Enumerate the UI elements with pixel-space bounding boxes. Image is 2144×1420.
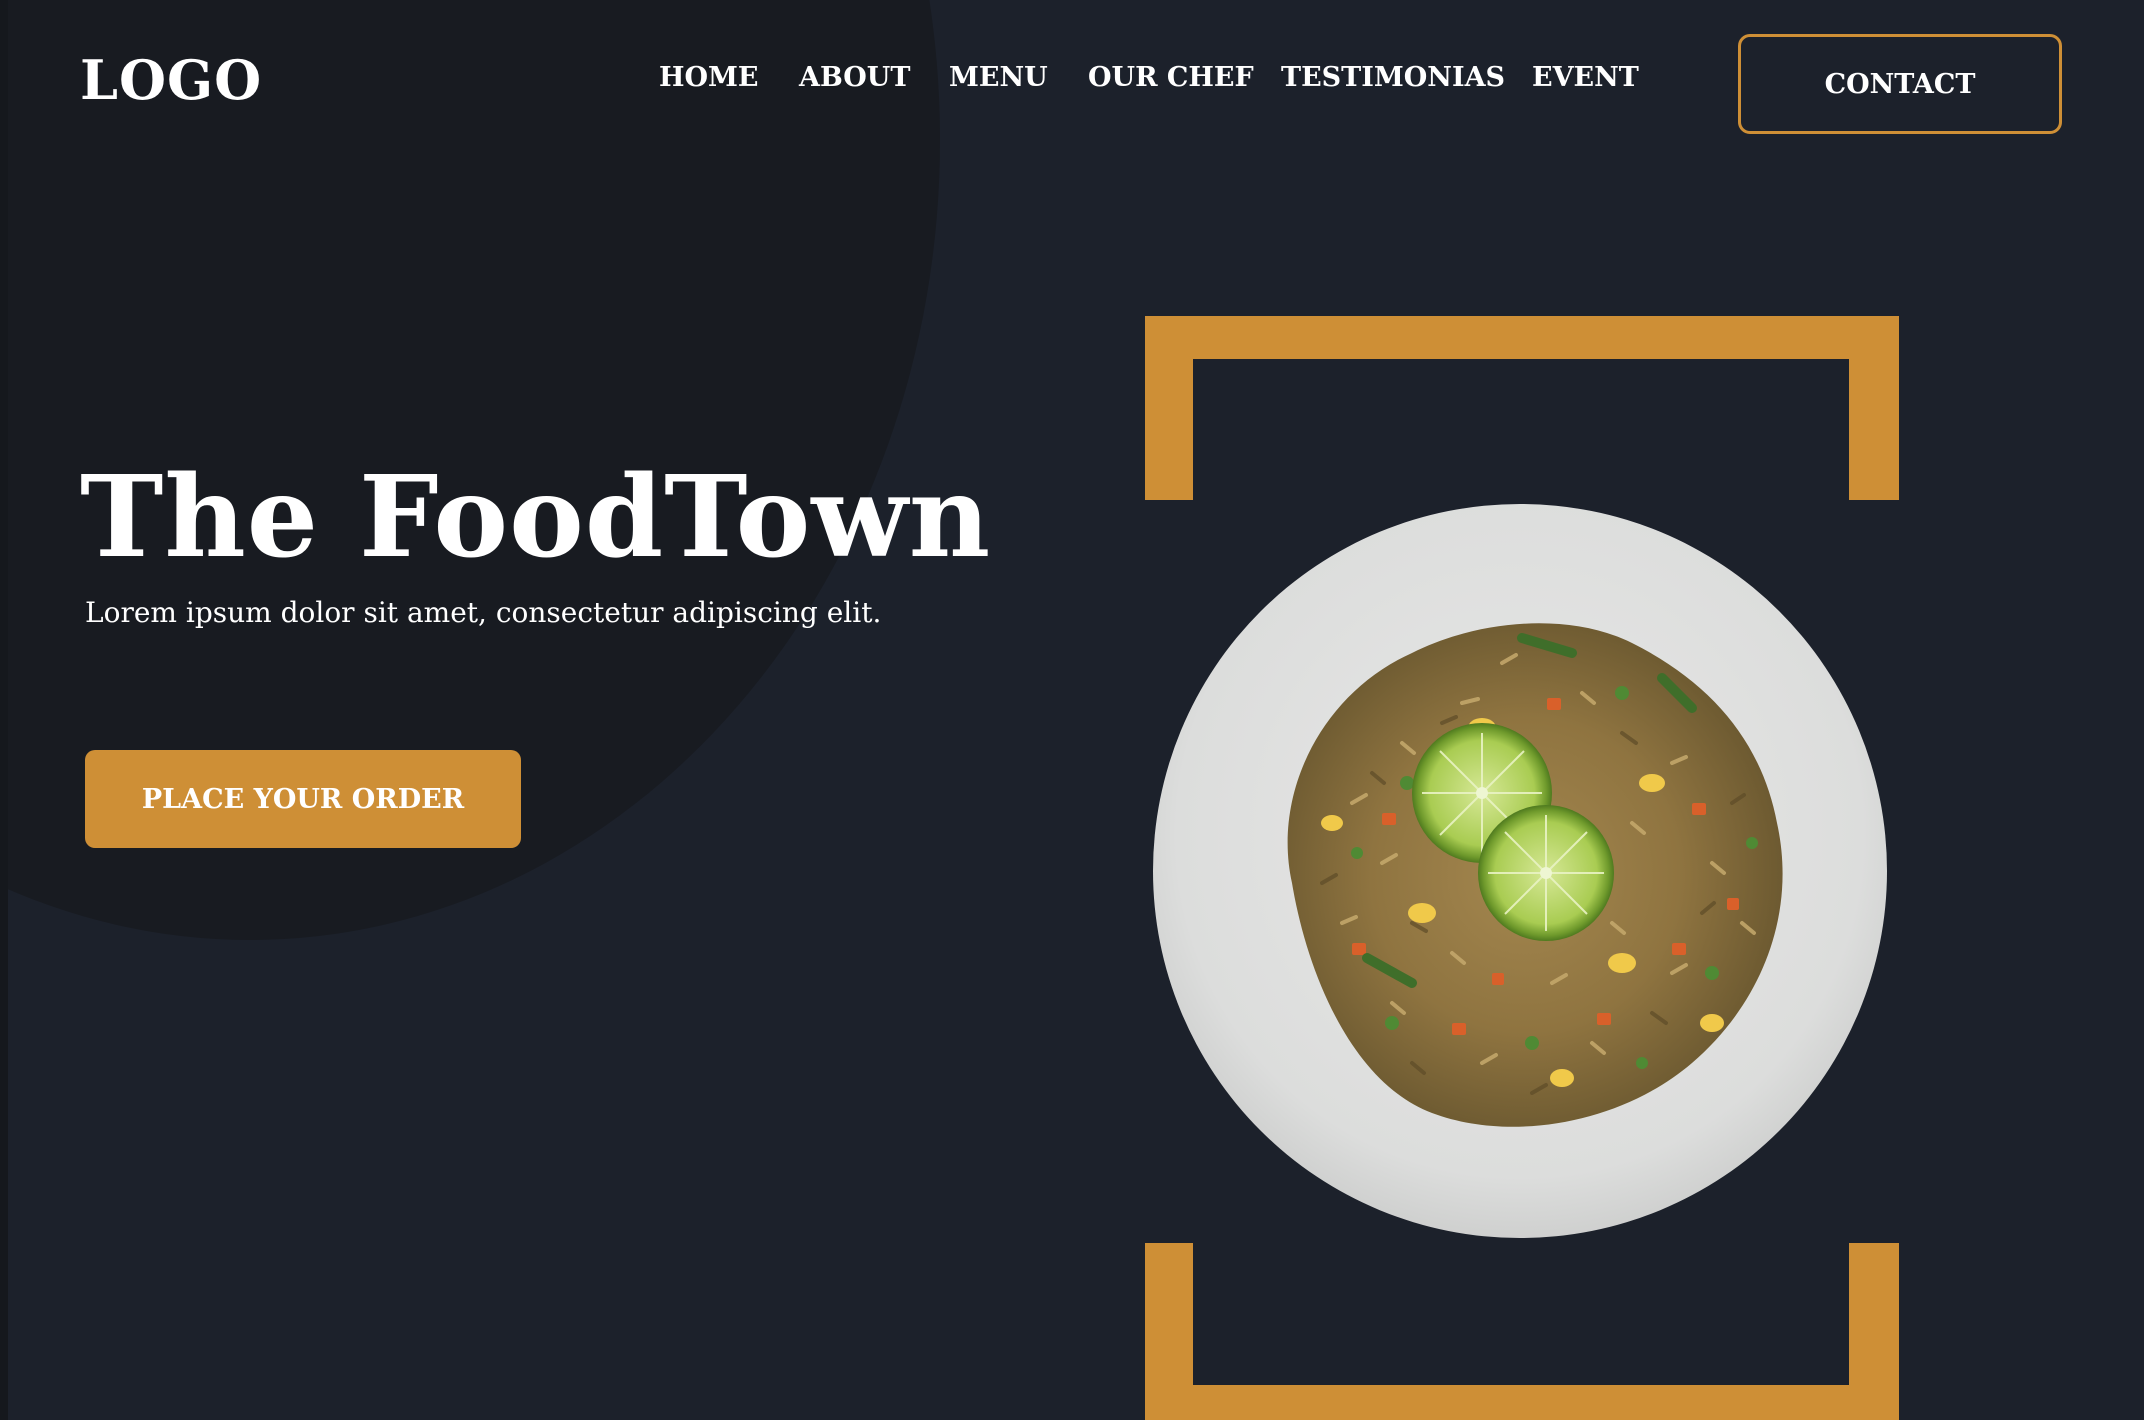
nav-item-home[interactable]: HOME (659, 62, 759, 93)
contact-button[interactable]: CONTACT (1738, 34, 2062, 134)
frame-bottom-bar (1145, 1385, 1899, 1420)
nav-item-testimonias[interactable]: TESTIMONIAS (1281, 62, 1505, 93)
hero-title: The FoodTown (80, 452, 992, 583)
landing-page: LOGO HOME ABOUT MENU OUR CHEF TESTIMONIA… (0, 0, 2144, 1420)
fried-rice-plate-illustration (1153, 504, 1887, 1238)
food-image (1152, 503, 1888, 1239)
nav-item-about[interactable]: ABOUT (799, 62, 910, 93)
left-edge-strip (0, 0, 8, 1420)
frame-top-left-leg (1145, 316, 1193, 500)
frame-top-bar (1145, 316, 1899, 359)
nav-item-our-chef[interactable]: OUR CHEF (1088, 62, 1254, 93)
frame-top-right-leg (1849, 316, 1899, 500)
nav-item-event[interactable]: EVENT (1532, 62, 1639, 93)
hero-subtitle: Lorem ipsum dolor sit amet, consectetur … (85, 596, 882, 629)
place-order-button[interactable]: PLACE YOUR ORDER (85, 750, 521, 848)
nav-item-menu[interactable]: MENU (949, 62, 1048, 93)
